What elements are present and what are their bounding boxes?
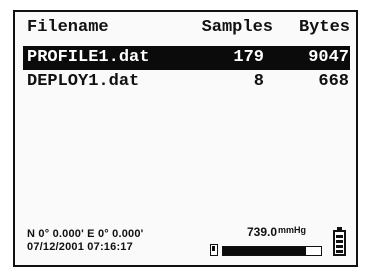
memory-usage-fill [223,247,307,255]
memory-card-icon [210,244,218,256]
header-samples: Samples [201,18,273,37]
pressure-unit: mmHg [278,225,307,235]
battery-cell [336,250,343,253]
file-name: DEPLOY1.dat [27,72,140,91]
barometric-pressure: 739.0mmHg [247,225,306,239]
memory-usage-bar [222,246,322,256]
battery-cell [336,245,343,248]
file-bytes: 9047 [308,48,349,67]
battery-cell [336,235,343,238]
gps-coordinates: N 0° 0.000' E 0° 0.000' [27,228,144,240]
file-row[interactable]: DEPLOY1.dat 8 668 [23,70,350,94]
file-samples: 179 [233,48,264,67]
status-bar: N 0° 0.000' E 0° 0.000' 07/12/2001 07:16… [15,225,356,265]
header-filename: Filename [27,18,109,37]
battery-cell [336,240,343,243]
file-row-selected[interactable]: PROFILE1.dat 179 9047 [23,46,350,70]
file-list-header: Filename Samples Bytes [15,18,356,44]
device-screen: Filename Samples Bytes PROFILE1.dat 179 … [13,10,358,267]
header-bytes: Bytes [298,18,350,37]
date-time: 07/12/2001 07:16:17 [27,241,133,253]
pressure-value: 739.0 [247,225,278,239]
battery-icon [333,227,346,256]
file-samples: 8 [253,72,264,91]
file-name: PROFILE1.dat [27,48,150,67]
file-bytes: 668 [318,72,349,91]
